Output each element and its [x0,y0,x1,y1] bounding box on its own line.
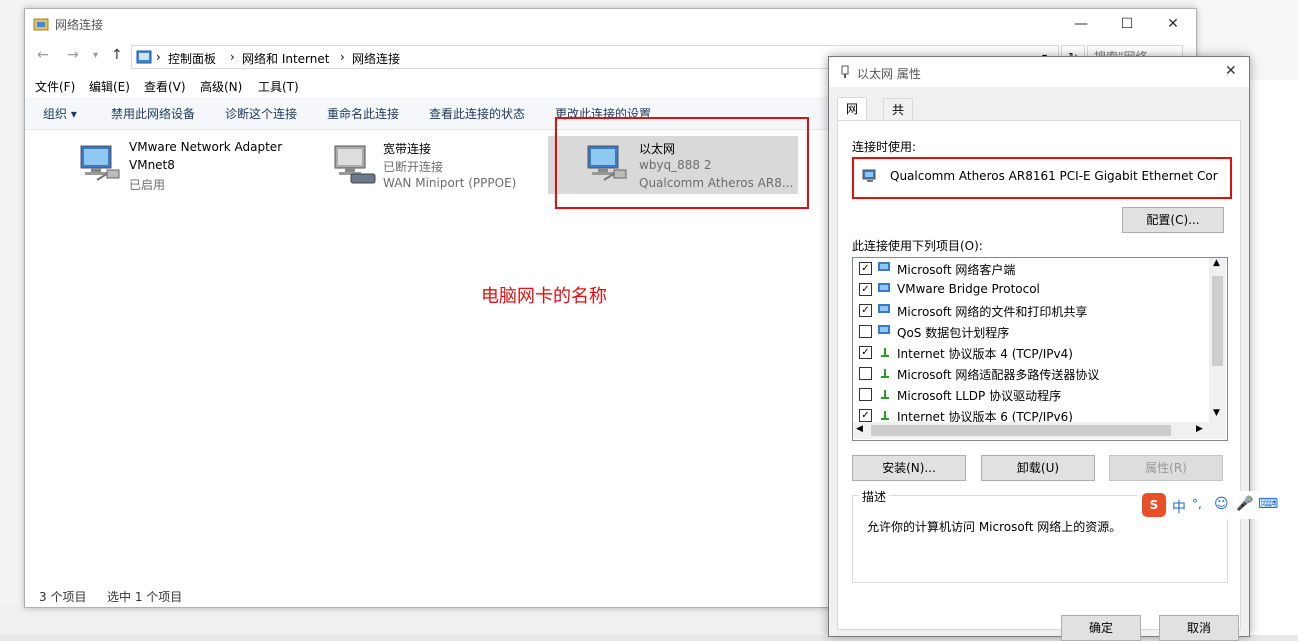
list-item-label: QoS 数据包计划程序 [897,326,1010,340]
description-label: 描述 [859,488,890,505]
scroll-up-icon[interactable]: ▲ [1213,258,1220,268]
connect-using-label: 连接时使用: [852,140,917,154]
status-item-count: 3 个项目 [39,590,87,604]
minimize-button[interactable]: — [1058,9,1104,39]
checkbox[interactable]: ✓ [859,346,872,359]
disable-device-button[interactable]: 禁用此网络设备 [111,105,195,122]
connection-name: 宽带连接 [383,142,432,156]
list-item-label: Internet 协议版本 4 (TCP/IPv4) [897,347,1073,361]
breadcrumb-network-connections[interactable]: 网络连接 [352,50,400,67]
tab-network[interactable]: 网络 [837,97,868,138]
uninstall-button[interactable]: 卸载(U) [981,455,1095,481]
explorer-title: 网络连接 [55,18,104,32]
checkbox[interactable]: ✓ [859,262,872,275]
keyboard-icon[interactable]: ⌨ [1258,496,1278,512]
network-tab-panel: 连接时使用: Qualcomm Atheros AR8161 PCI-E Gig… [837,120,1241,630]
checkbox[interactable] [859,388,872,401]
items-label: 此连接使用下列项目(O): [852,239,983,253]
forward-arrow-icon[interactable]: → [67,47,79,63]
scroll-down-icon[interactable]: ▼ [1213,408,1220,418]
properties-button[interactable]: 属性(R) [1109,455,1223,481]
client-icon [878,262,890,271]
list-item-label: Microsoft 网络适配器多路传送器协议 [897,368,1100,382]
service-icon [878,304,890,313]
microphone-icon[interactable]: 🎤 [1236,496,1253,512]
background-app-left [0,0,24,635]
organize-button[interactable]: 组织 ▾ [43,105,77,122]
protocol-icon [881,390,889,399]
ethernet-icon [841,65,849,78]
checkbox[interactable] [859,367,872,380]
protocol-icon [881,369,889,378]
ethernet-properties-dialog: 以太网 属性 ✕ 网络 共享 连接时使用: Qualcomm Atheros A… [828,56,1250,641]
menu-edit[interactable]: 编辑(E) [89,78,130,95]
tab-sharing[interactable]: 共享 [883,98,914,139]
menu-view[interactable]: 查看(V) [144,78,186,95]
connection-item-broadband[interactable]: 宽带连接 已断开连接 WAN Miniport (PPPOE) [331,136,551,200]
background-app-right-strip [1250,80,1298,635]
scroll-right-icon[interactable]: ▶ [1196,424,1203,434]
list-item-label: Microsoft LLDP 协议驱动程序 [897,389,1062,403]
configure-button[interactable]: 配置(C)... [1122,207,1224,233]
menu-tools[interactable]: 工具(T) [258,78,299,95]
list-item-label: Microsoft 网络客户端 [897,263,1016,277]
connection-detail: 已断开连接 [383,160,444,174]
view-status-button[interactable]: 查看此连接的状态 [429,105,525,122]
checkbox[interactable]: ✓ [859,304,872,317]
sogou-logo-icon[interactable]: S [1142,493,1166,517]
checkbox[interactable]: ✓ [859,283,872,296]
network-folder-icon [33,18,49,31]
protocol-icon [881,411,889,420]
highlight-box-adapter [555,117,809,209]
punctuation-icon[interactable]: °, [1192,497,1202,511]
dialog-title: 以太网 属性 [857,67,921,81]
menu-advanced[interactable]: 高级(N) [200,78,242,95]
hscroll-thumb[interactable] [871,425,1171,436]
breadcrumb-control-panel[interactable]: 控制面板 [168,50,216,67]
network-adapter-icon [80,145,120,181]
connection-name: VMware Network Adapter [129,140,283,154]
broadband-modem-icon [334,145,376,184]
connection-item-vmware[interactable]: VMware Network Adapter VMnet8 已启用 [77,136,307,200]
highlight-box-adapter-field [852,157,1232,199]
checkbox[interactable]: ✓ [859,409,872,422]
breadcrumb-network-internet[interactable]: 网络和 Internet [242,50,329,67]
ok-button[interactable]: 确定 [1061,615,1141,641]
cancel-button[interactable]: 取消 [1159,615,1239,641]
status-selected-count: 选中 1 个项目 [107,590,183,604]
protocol-icon [881,348,889,357]
close-button[interactable]: ✕ [1150,9,1196,39]
up-arrow-icon[interactable]: ↑ [111,47,123,63]
ime-toolbar: S 中 °, ☺ 🎤 ⌨ [1138,491,1298,519]
scroll-thumb[interactable] [1212,276,1223,366]
back-arrow-icon[interactable]: ← [37,47,49,63]
recent-chevron-icon[interactable]: ▾ [93,50,98,61]
dialog-title-bar: 以太网 属性 ✕ [829,57,1249,87]
install-button[interactable]: 安装(N)... [852,455,966,481]
connection-status: WAN Miniport (PPPOE) [383,176,517,190]
explorer-title-bar: 网络连接 — ☐ ✕ [25,9,1196,39]
description-text: 允许你的计算机访问 Microsoft 网络上的资源。 [867,520,1122,534]
ime-language-toggle[interactable]: 中 [1172,497,1186,517]
maximize-button[interactable]: ☐ [1104,9,1150,39]
service-icon [878,325,890,334]
list-item-label: Microsoft 网络的文件和打印机共享 [897,305,1088,319]
emoji-icon[interactable]: ☺ [1214,496,1229,512]
service-icon [878,283,890,292]
horizontal-scrollbar[interactable]: ◀ ▶ [853,422,1226,439]
scroll-left-icon[interactable]: ◀ [856,424,863,434]
rename-button[interactable]: 重命名此连接 [327,105,399,122]
menu-file[interactable]: 文件(F) [35,78,75,95]
background-app-bottom [0,605,830,635]
annotation-adapter-name: 电脑网卡的名称 [481,286,607,307]
list-item-label: VMware Bridge Protocol [897,282,1040,296]
diagnose-button[interactable]: 诊断这个连接 [225,105,297,122]
protocol-list[interactable]: ✓ Microsoft 网络客户端 ✓ VMware Bridge Protoc… [852,257,1228,441]
connection-status: 已启用 [129,178,166,192]
vertical-scrollbar[interactable]: ▲ ▼ [1209,258,1226,422]
checkbox[interactable] [859,325,872,338]
dialog-close-button[interactable]: ✕ [1225,63,1237,79]
connection-detail: VMnet8 [129,158,175,172]
control-panel-icon [136,50,152,64]
